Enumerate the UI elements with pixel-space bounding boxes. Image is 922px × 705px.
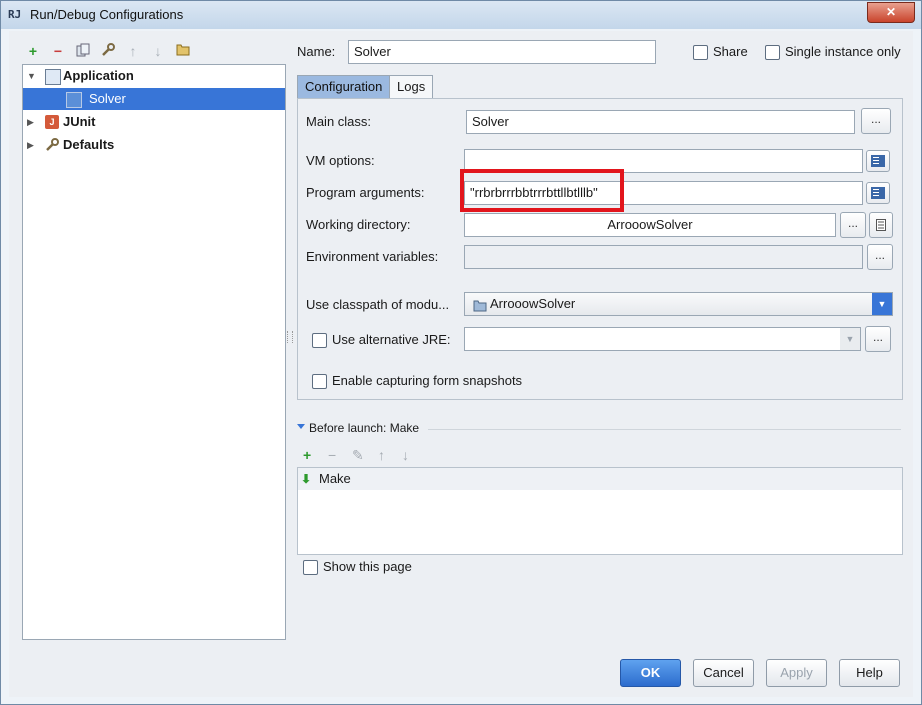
run-debug-dialog: RJ Run/Debug Configurations ✕ + − ↑ ↓ ▼ … [0,0,922,705]
copy-icon[interactable] [75,43,91,59]
intellij-icon: RJ [8,8,22,21]
remove-task-icon[interactable]: − [328,447,336,463]
tree-label-application: Application [63,68,134,83]
vm-options-expand-button[interactable] [866,150,890,172]
make-icon: ⬇ [301,472,312,486]
macro-insert-button[interactable] [869,212,893,238]
classpath-module-label: Use classpath of modu... [306,297,450,312]
section-divider [428,429,901,430]
add-icon[interactable]: + [25,43,41,59]
environment-variables-label: Environment variables: [306,249,439,264]
working-directory-input[interactable]: ArrooowSolver [464,213,836,237]
expand-editor-icon [871,187,885,199]
alternative-jre-label[interactable]: Use alternative JRE: [332,332,451,347]
share-checkbox[interactable] [693,45,708,60]
environment-variables-browse-button[interactable]: ... [867,244,893,270]
move-up-icon[interactable]: ↑ [125,43,141,59]
program-arguments-label: Program arguments: [306,185,425,200]
tree-item-application[interactable]: ▼ Application [23,65,285,87]
tree-label-defaults: Defaults [63,137,115,152]
module-folder-icon [473,297,487,319]
capture-snapshots-checkbox[interactable] [312,374,327,389]
highlight-box [460,169,624,212]
junit-icon: J [45,115,59,129]
window-title: Run/Debug Configurations [30,7,184,22]
move-down-icon[interactable]: ↓ [402,447,409,463]
remove-icon[interactable]: − [50,43,66,59]
share-label[interactable]: Share [713,44,748,59]
expand-arrow-icon[interactable]: ▼ [27,65,36,87]
tree-item-defaults[interactable]: ▶ Defaults [23,134,285,156]
single-instance-checkbox[interactable] [765,45,780,60]
alternative-jre-select[interactable]: ▼ [464,327,861,351]
run-config-icon [66,92,82,108]
classpath-module-select[interactable]: ArrooowSolver ▼ [464,292,893,316]
name-input[interactable]: Solver [348,40,656,64]
defaults-wrench-icon [45,137,59,159]
collapse-arrow-icon[interactable]: ▶ [27,111,34,133]
alternative-jre-checkbox[interactable] [312,333,327,348]
tree-label-solver: Solver [89,91,126,106]
capture-snapshots-label[interactable]: Enable capturing form snapshots [332,373,522,388]
list-item-label: Make [319,471,351,486]
list-item[interactable]: ⬇ Make [298,468,902,490]
alternative-jre-browse-button[interactable]: ... [865,326,891,352]
dialog-body: + − ↑ ↓ ▼ Application Solver ▶ J JUnit ▶… [9,31,913,697]
wrench-icon[interactable] [100,43,116,59]
title-bar: RJ Run/Debug Configurations ✕ [1,1,921,29]
environment-variables-input[interactable] [464,245,863,269]
edit-task-icon[interactable]: ✎ [352,447,364,464]
cancel-button[interactable]: Cancel [693,659,754,687]
close-button[interactable]: ✕ [867,2,915,23]
single-instance-label[interactable]: Single instance only [785,44,901,59]
add-task-icon[interactable]: + [303,447,311,463]
main-class-browse-button[interactable]: ... [861,108,891,134]
configuration-tree[interactable]: ▼ Application Solver ▶ J JUnit ▶ Default… [22,64,286,640]
folder-icon[interactable] [175,43,191,59]
main-class-input[interactable]: Solver [466,110,855,134]
name-label: Name: [297,44,336,59]
tree-item-junit[interactable]: ▶ J JUnit [23,111,285,133]
before-launch-title[interactable]: Before launch: Make [309,421,419,435]
show-page-checkbox[interactable] [303,560,318,575]
splitter-handle[interactable] [287,331,293,343]
apply-button[interactable]: Apply [766,659,827,687]
chevron-down-icon[interactable]: ▼ [872,293,892,315]
help-button[interactable]: Help [839,659,900,687]
classpath-module-value: ArrooowSolver [490,296,576,311]
move-up-icon[interactable]: ↑ [378,447,385,463]
tree-label-junit: JUnit [63,114,96,129]
collapse-arrow-icon[interactable]: ▶ [27,134,34,156]
ok-button[interactable]: OK [620,659,681,687]
working-directory-label: Working directory: [306,217,411,232]
chevron-down-icon[interactable]: ▼ [840,328,860,350]
expand-editor-icon [871,155,885,167]
move-down-icon[interactable]: ↓ [150,43,166,59]
section-collapse-icon[interactable] [297,424,305,429]
tab-logs[interactable]: Logs [389,75,434,98]
main-class-label: Main class: [306,114,372,129]
application-icon [45,69,61,85]
show-page-label[interactable]: Show this page [323,559,412,574]
vm-options-label: VM options: [306,153,375,168]
working-directory-browse-button[interactable]: ... [840,212,866,238]
before-launch-list[interactable]: ⬇ Make [297,467,903,555]
tab-configuration[interactable]: Configuration [297,75,391,98]
program-arguments-expand-button[interactable] [866,182,890,204]
tree-item-solver[interactable]: Solver [23,88,285,110]
